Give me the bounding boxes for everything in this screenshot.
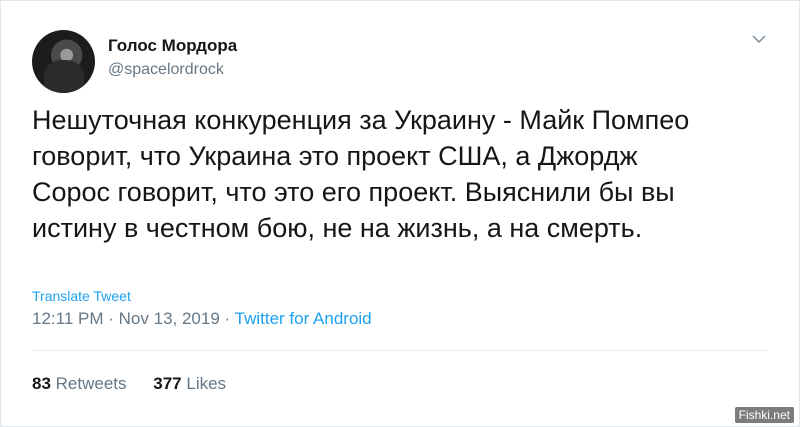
retweets-count: 83 bbox=[32, 374, 51, 393]
retweets-stat[interactable]: 83 Retweets bbox=[32, 374, 131, 393]
divider bbox=[32, 350, 768, 351]
tweet-text-line: истину в честном бою, не на жизнь, а на … bbox=[32, 213, 643, 243]
author-name[interactable]: Голос Мордора bbox=[108, 36, 237, 56]
tweet-time[interactable]: 12:11 PM bbox=[32, 309, 104, 328]
tweet-meta: 12:11 PM · Nov 13, 2019 · Twitter for An… bbox=[32, 309, 372, 329]
tweet-card: Голос Мордора @spacelordrock Нешуточная … bbox=[0, 0, 800, 427]
tweet-text: Нешуточная конкуренция за Украину - Майк… bbox=[32, 102, 772, 246]
chevron-down-icon[interactable] bbox=[751, 31, 767, 47]
tweet-text-line: Нешуточная конкуренция за Украину - Майк… bbox=[32, 105, 690, 135]
tweet-text-line: Сорос говорит, что это его проект. Выясн… bbox=[32, 177, 675, 207]
author-handle[interactable]: @spacelordrock bbox=[108, 61, 224, 79]
likes-stat[interactable]: 377 Likes bbox=[153, 374, 226, 393]
meta-separator: · bbox=[108, 309, 114, 328]
likes-label: Likes bbox=[186, 374, 227, 393]
tweet-text-line: говорит, что Украина это проект США, а Д… bbox=[32, 141, 638, 171]
retweets-label: Retweets bbox=[55, 374, 127, 393]
tweet-date[interactable]: Nov 13, 2019 bbox=[119, 309, 220, 328]
tweet-stats: 83 Retweets 377 Likes bbox=[32, 374, 248, 394]
avatar[interactable] bbox=[32, 30, 95, 93]
tweet-source-link[interactable]: Twitter for Android bbox=[235, 309, 372, 328]
watermark: Fishki.net bbox=[734, 407, 794, 423]
meta-separator: · bbox=[224, 309, 231, 328]
likes-count: 377 bbox=[153, 374, 182, 393]
translate-tweet-link[interactable]: Translate Tweet bbox=[32, 288, 131, 304]
